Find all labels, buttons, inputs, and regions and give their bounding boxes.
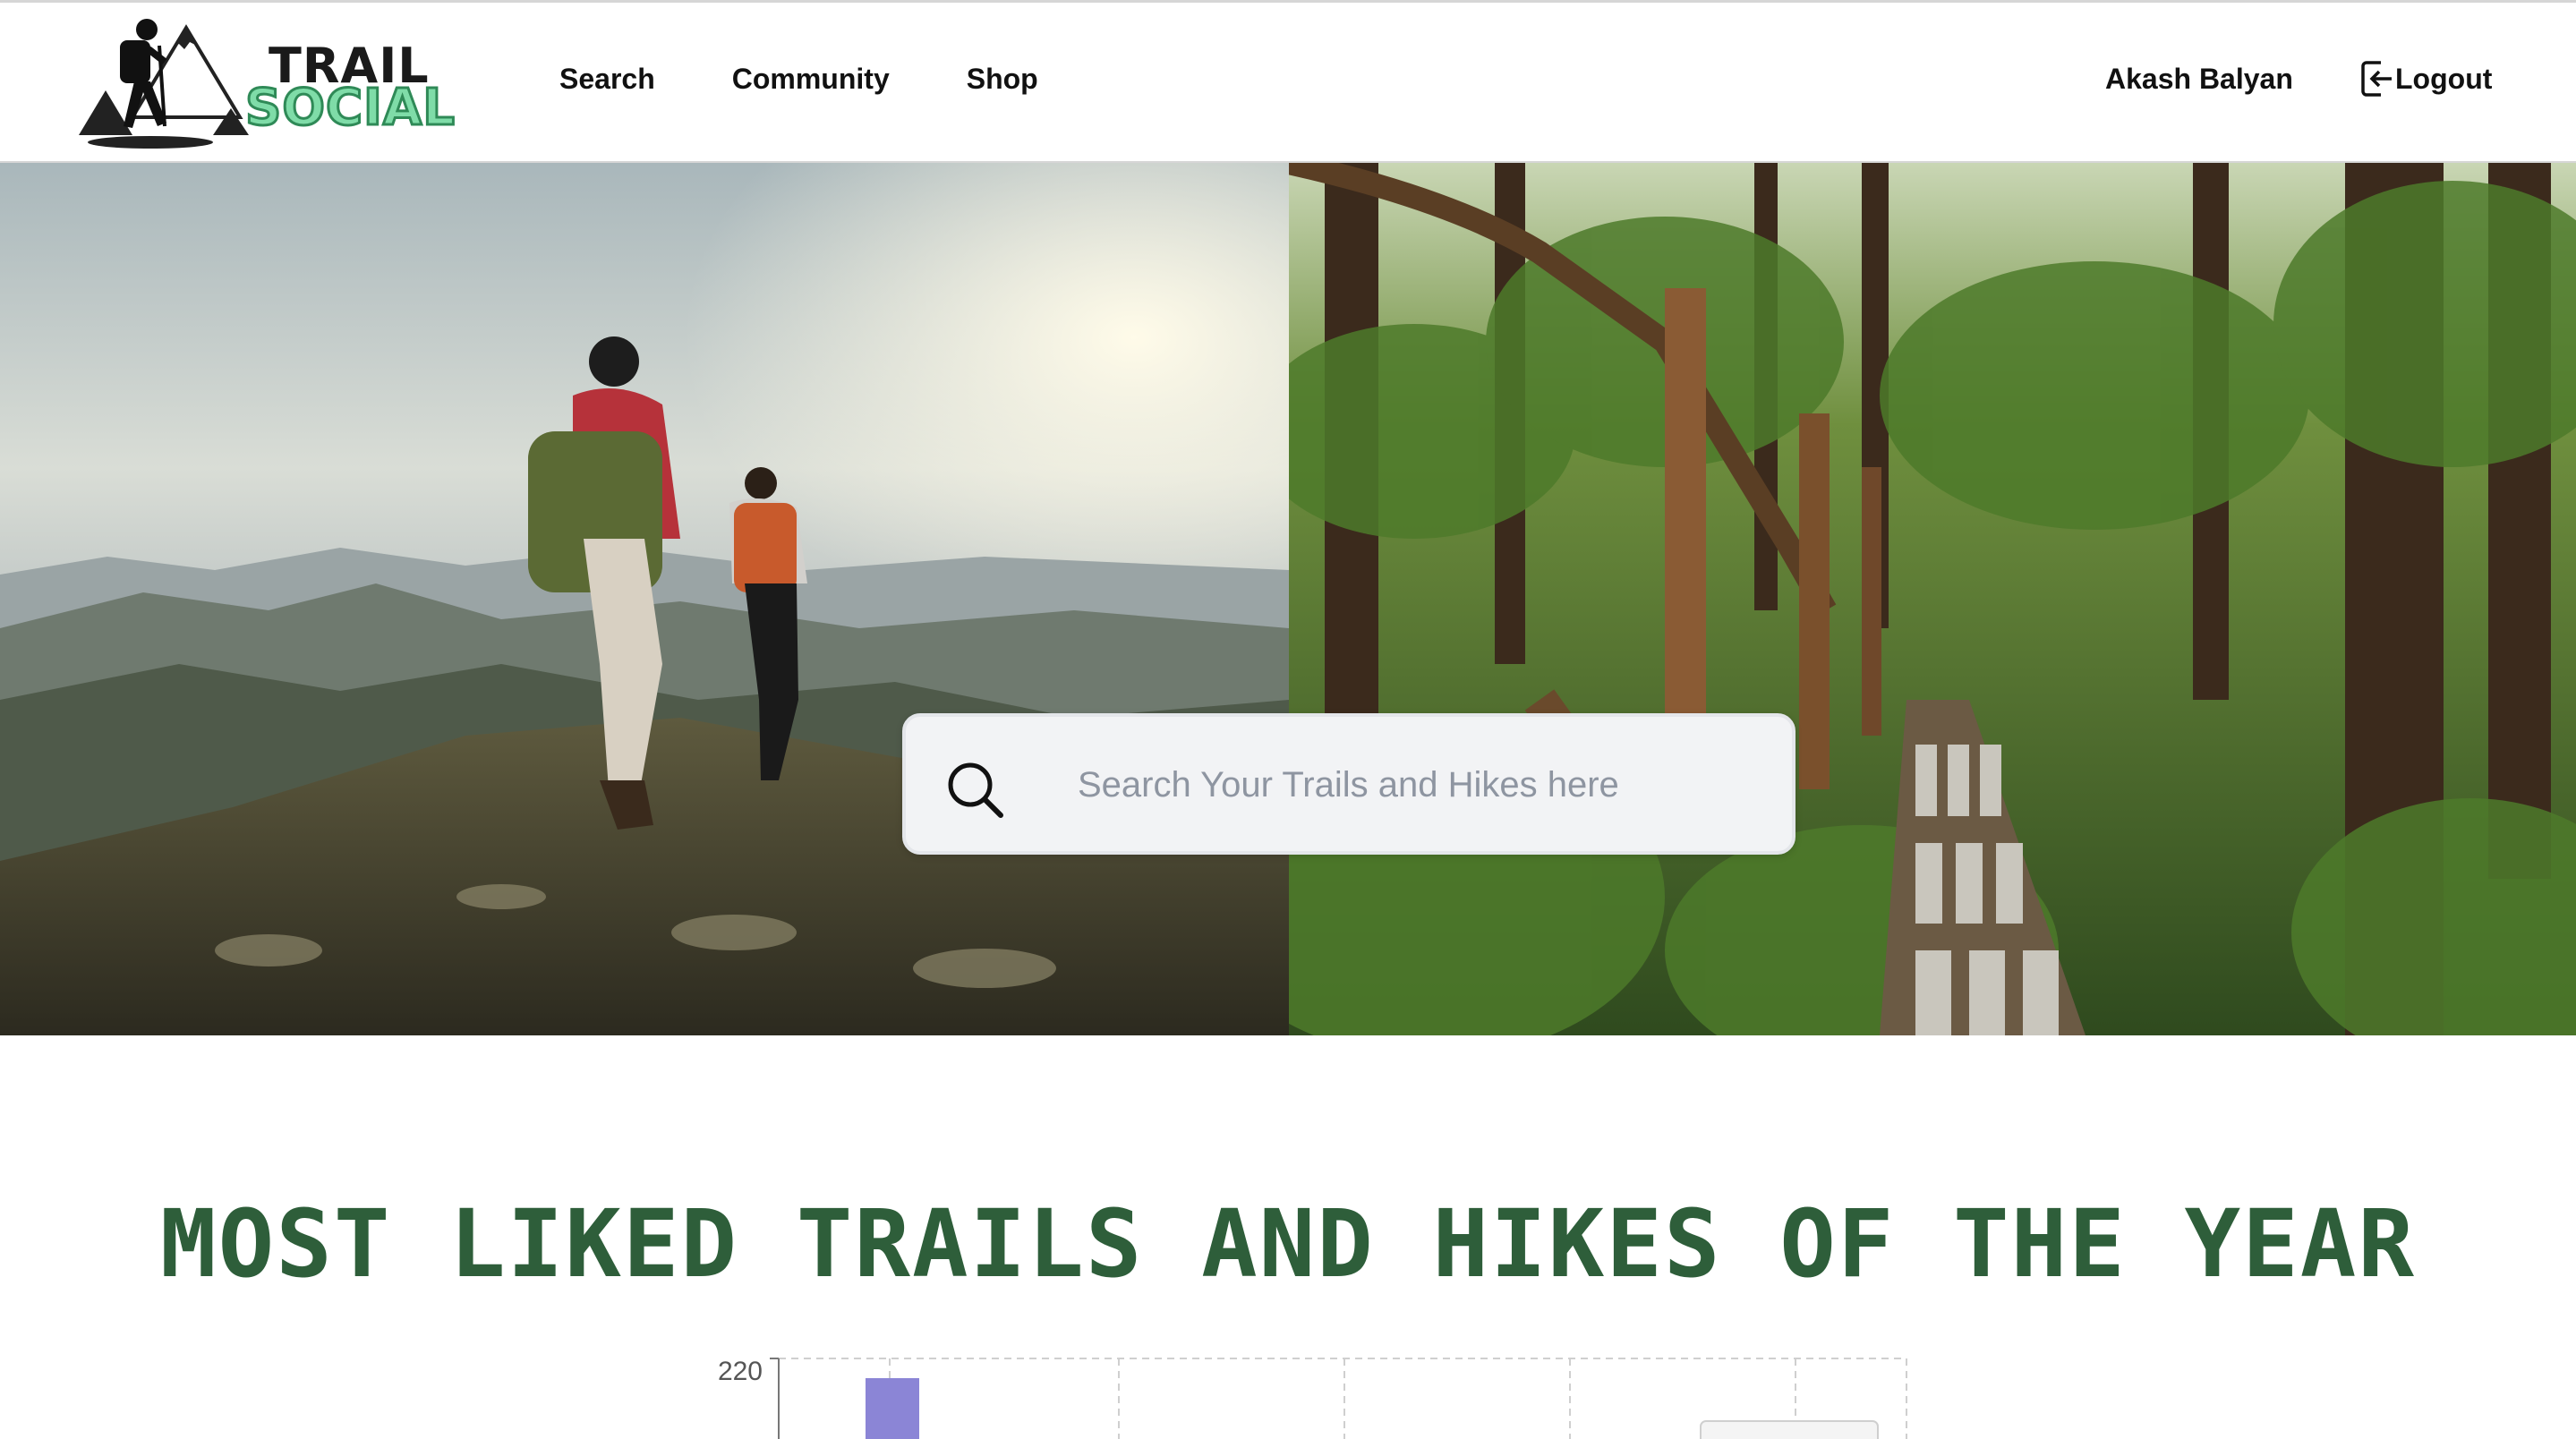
hiker-mountain-icon — [79, 19, 249, 149]
nav-shop-link[interactable]: Shop — [967, 58, 1038, 99]
top-navbar: TRAIL SOCIAL Search Community Shop Akash… — [0, 0, 2576, 163]
logout-button[interactable]: Logout — [2359, 58, 2492, 99]
chart-bars — [866, 1378, 919, 1439]
logo-text-social: SOCIAL — [244, 79, 456, 137]
nav-community-link[interactable]: Community — [732, 58, 890, 99]
hikers-mountain-photo — [0, 163, 1289, 1035]
logout-icon — [2361, 61, 2392, 97]
trail-search-input[interactable] — [1076, 744, 1760, 826]
main-nav: Search Community Shop — [559, 58, 1115, 99]
chart-tooltip-edge — [1700, 1420, 1879, 1439]
search-icon — [948, 762, 1003, 818]
trail-social-logo[interactable]: TRAIL SOCIAL — [79, 10, 456, 153]
hero-banner — [0, 163, 2576, 1035]
chart-y-tick-label: 220 — [718, 1357, 763, 1386]
chart-bar — [866, 1378, 919, 1439]
most-liked-section-title: MOST LIKED TRAILS AND HIKES OF THE YEAR — [160, 1189, 2416, 1299]
most-liked-chart: 220 — [718, 1357, 1907, 1439]
nav-search-link[interactable]: Search — [559, 58, 655, 99]
user-profile-name[interactable]: Akash Balyan — [2105, 58, 2293, 99]
trail-search-box[interactable] — [902, 713, 1796, 855]
forest-boardwalk-photo — [1289, 163, 2576, 1035]
logout-label: Logout — [2395, 63, 2493, 95]
